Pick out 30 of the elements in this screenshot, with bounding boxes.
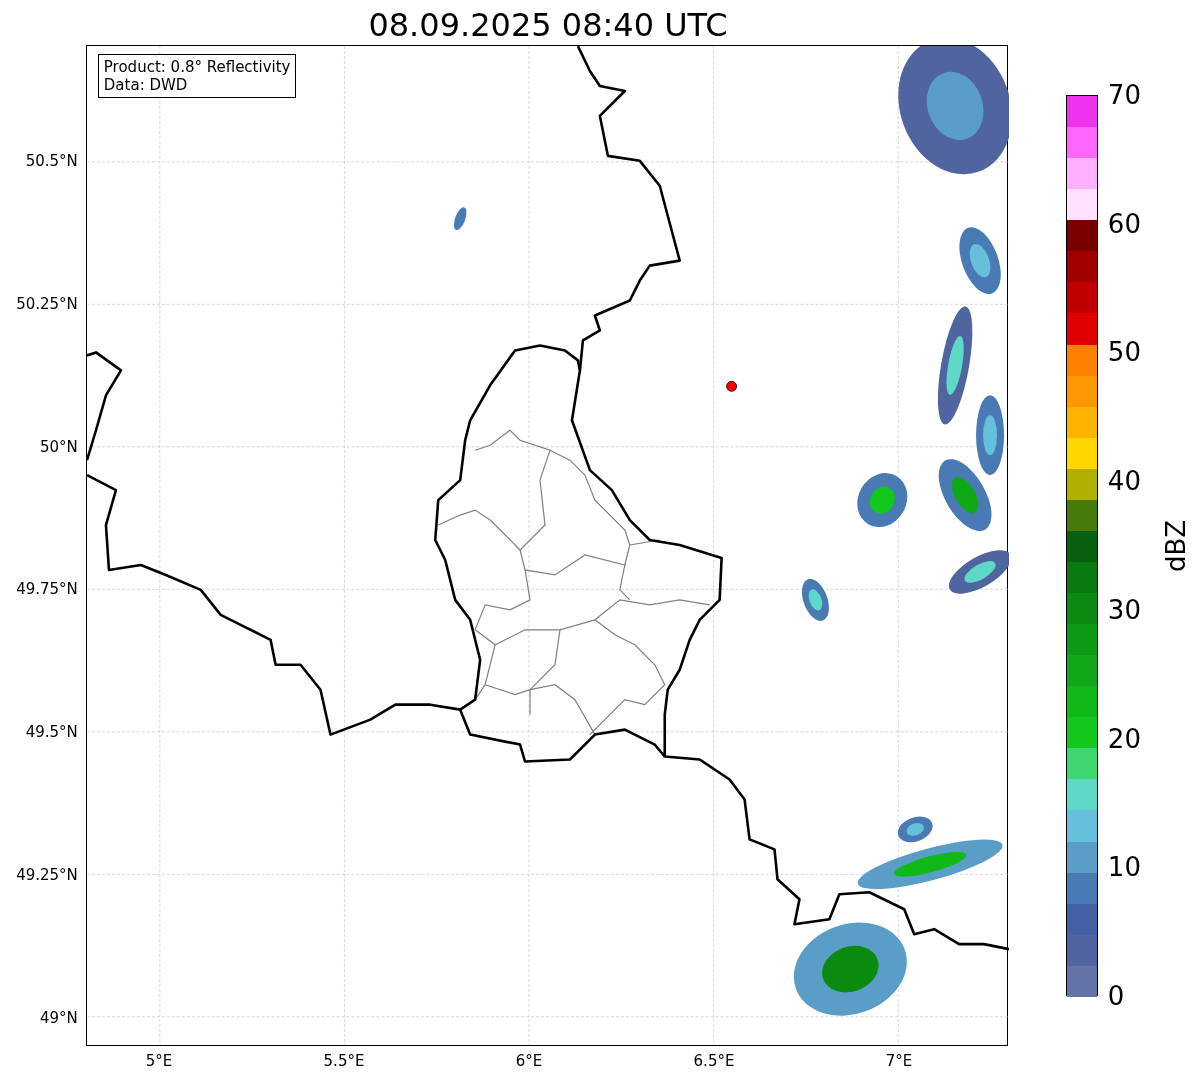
info-text: Product: 0.8° Reflectivity <box>103 58 291 76</box>
x-tick-label: 5.5°E <box>323 1052 365 1070</box>
x-tick-label: 6°E <box>515 1052 543 1070</box>
radar-echo <box>948 550 1009 594</box>
colorbar-tick-label: 50 <box>1107 337 1141 368</box>
x-tick-label: 6.5°E <box>693 1052 735 1070</box>
y-tick-label: 50°N <box>40 437 78 456</box>
colorbar-tick-label: 70 <box>1107 80 1141 110</box>
radar-echo <box>453 207 467 231</box>
colorbar-tick-label: 0 <box>1107 981 1125 1011</box>
y-tick-label: 49°N <box>40 1008 78 1027</box>
colorbar-label: dBZ <box>1160 519 1191 572</box>
colorbar-tick-label: 20 <box>1107 723 1141 754</box>
radar-echo <box>801 578 829 621</box>
y-tick-label: 49.25°N <box>16 866 78 884</box>
y-tick-label: 49.5°N <box>25 723 78 742</box>
location-marker <box>726 380 737 392</box>
chart-title: 08.09.2025 08:40 UTC <box>368 5 728 45</box>
colorbar-tick-label: 10 <box>1107 852 1141 883</box>
y-tick-label: 50.25°N <box>16 294 78 313</box>
info-text: Data: DWD <box>103 76 189 94</box>
y-tick-label: 49.75°N <box>16 580 78 599</box>
radar-echo <box>959 227 1001 294</box>
colorbar-tick-label: 60 <box>1107 208 1141 239</box>
x-tick-label: 5°E <box>145 1052 173 1070</box>
colorbar-tick-label: 30 <box>1107 594 1141 625</box>
colorbar-tick-label: 40 <box>1107 466 1141 497</box>
y-tick-label: 50.5°N <box>25 152 78 170</box>
radar-echo <box>857 473 908 528</box>
x-tick-label: 7°E <box>885 1052 913 1070</box>
